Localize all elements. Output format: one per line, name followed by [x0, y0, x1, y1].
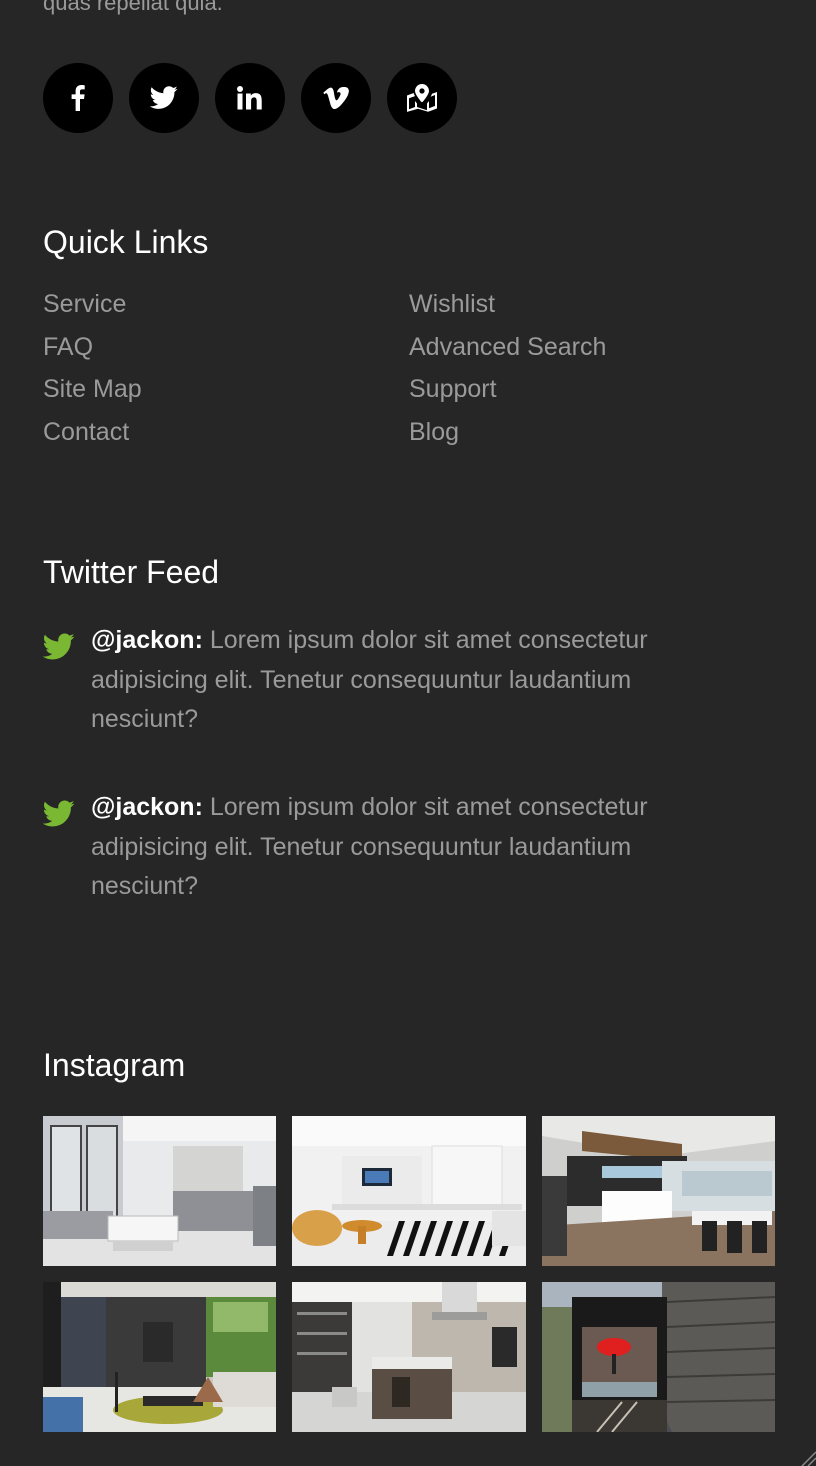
twitter-bird-icon: [43, 800, 75, 827]
quick-links-title: Quick Links: [43, 224, 209, 260]
support-link[interactable]: Support: [409, 375, 497, 403]
link-item: Site Map: [43, 371, 142, 414]
instagram-photo[interactable]: [292, 1116, 526, 1266]
living-room-image: [43, 1116, 276, 1266]
instagram-photo[interactable]: [43, 1282, 276, 1432]
twitter-icon: [150, 86, 178, 109]
service-link[interactable]: Service: [43, 290, 126, 318]
link-item: Support: [409, 371, 606, 414]
instagram-grid: [43, 1116, 775, 1432]
vimeo-icon: [323, 87, 349, 109]
tweet-handle[interactable]: @jackon:: [91, 793, 203, 821]
tweet-text: @jackon: Lorem ipsum dolor sit amet cons…: [91, 788, 691, 907]
living-room-image: [43, 1282, 276, 1432]
linkedin-button[interactable]: [215, 63, 285, 133]
about-text: quas repellat quia.: [43, 0, 223, 15]
vimeo-button[interactable]: [301, 63, 371, 133]
site-map-link[interactable]: Site Map: [43, 375, 142, 403]
instagram-photo[interactable]: [542, 1116, 775, 1266]
twitter-button[interactable]: [129, 63, 199, 133]
kitchen-image: [292, 1282, 526, 1432]
advanced-search-link[interactable]: Advanced Search: [409, 333, 606, 361]
instagram-photo[interactable]: [542, 1282, 775, 1432]
link-item: FAQ: [43, 329, 142, 372]
facebook-button[interactable]: [43, 63, 113, 133]
social-links: [43, 63, 457, 133]
link-item: Contact: [43, 414, 142, 457]
map-icon: [407, 84, 437, 112]
blog-link[interactable]: Blog: [409, 418, 459, 446]
facebook-icon: [71, 85, 85, 111]
instagram-title: Instagram: [43, 1047, 186, 1083]
link-item: Wishlist: [409, 286, 606, 329]
map-button[interactable]: [387, 63, 457, 133]
kitchen-image: [542, 1116, 775, 1266]
instagram-photo[interactable]: [292, 1282, 526, 1432]
architecture-image: [542, 1282, 775, 1432]
linkedin-icon: [237, 86, 262, 110]
quick-links-right: Wishlist Advanced Search Support Blog: [409, 286, 606, 456]
faq-link[interactable]: FAQ: [43, 333, 93, 361]
contact-link[interactable]: Contact: [43, 418, 129, 446]
tweet-handle[interactable]: @jackon:: [91, 626, 203, 654]
instagram-photo[interactable]: [43, 1116, 276, 1266]
wishlist-link[interactable]: Wishlist: [409, 290, 495, 318]
twitter-feed-title: Twitter Feed: [43, 554, 220, 590]
twitter-bird-icon: [43, 633, 75, 660]
link-item: Blog: [409, 414, 606, 457]
tweet-text: @jackon: Lorem ipsum dolor sit amet cons…: [91, 621, 691, 740]
quick-links-left: Service FAQ Site Map Contact: [43, 286, 142, 456]
resize-handle-icon: [801, 1451, 816, 1466]
link-item: Advanced Search: [409, 329, 606, 372]
link-item: Service: [43, 286, 142, 329]
living-room-image: [292, 1116, 526, 1266]
